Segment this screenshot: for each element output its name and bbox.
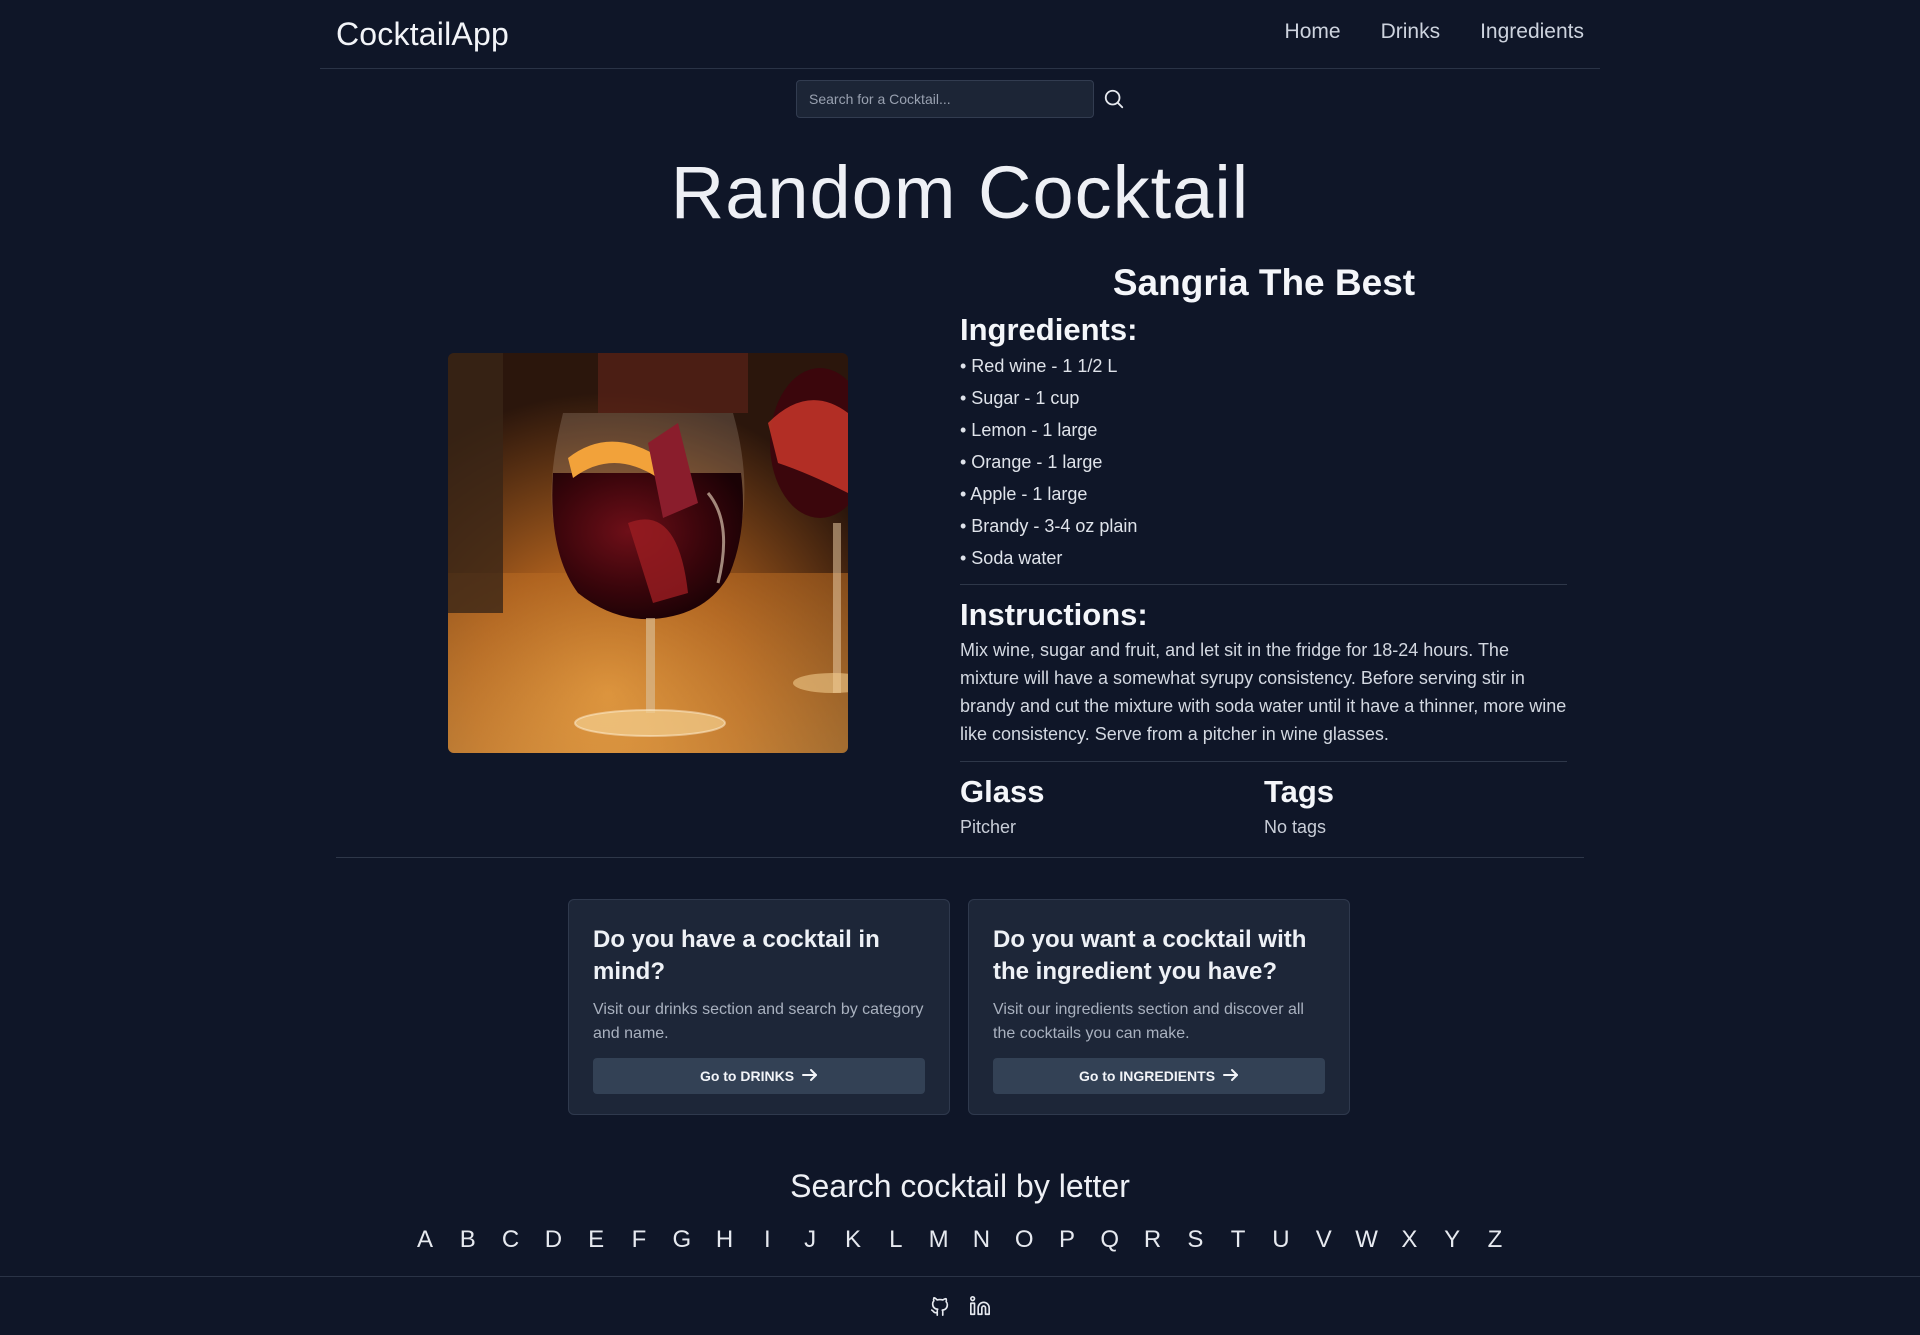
letter-link-m[interactable]: M — [924, 1226, 954, 1254]
github-icon[interactable] — [927, 1293, 953, 1319]
letter-link-u[interactable]: U — [1266, 1226, 1296, 1254]
button-label: Go to INGREDIENTS — [1078, 1068, 1216, 1084]
ingredient-item: • Orange - 1 large — [960, 452, 1103, 472]
page-title: Random Cocktail — [670, 151, 1250, 234]
ingredient-item: • Soda water — [960, 548, 1063, 568]
letter-link-r[interactable]: R — [1138, 1226, 1168, 1254]
divider — [960, 761, 1567, 762]
card-text: Visit our ingredients section and discov… — [993, 1001, 1304, 1042]
letter-link-n[interactable]: N — [966, 1226, 996, 1254]
letter-link-f[interactable]: F — [624, 1226, 654, 1254]
go-to-ingredients-button[interactable]: Go to INGREDIENTS — [993, 1058, 1325, 1094]
card-title: Do you want a cocktail with the ingredie… — [993, 926, 1307, 985]
letter-link-c[interactable]: C — [496, 1226, 526, 1254]
letter-link-a[interactable]: A — [410, 1226, 440, 1254]
letter-link-e[interactable]: E — [581, 1226, 611, 1254]
drink-name: Sangria The Best — [1112, 262, 1416, 303]
search-bar — [796, 80, 1128, 118]
nav-link-ingredients[interactable]: Ingredients — [1480, 20, 1584, 44]
linkedin-icon[interactable] — [967, 1293, 993, 1319]
letter-link-y[interactable]: Y — [1437, 1226, 1467, 1254]
ingredient-item: • Lemon - 1 large — [960, 420, 1098, 440]
instructions-heading: Instructions: — [960, 597, 1148, 632]
letter-link-s[interactable]: S — [1180, 1226, 1210, 1254]
ingredient-item: • Brandy - 3-4 oz plain — [960, 516, 1138, 536]
drinks-card: Do you have a cocktail in mind? Visit ou… — [568, 899, 950, 1115]
go-to-drinks-button[interactable]: Go to DRINKS — [593, 1058, 925, 1094]
card-text: Visit our drinks section and search by c… — [593, 1001, 924, 1042]
ingredients-card: Do you want a cocktail with the ingredie… — [968, 899, 1350, 1115]
letter-link-p[interactable]: P — [1052, 1226, 1082, 1254]
letter-link-i[interactable]: I — [752, 1226, 782, 1254]
letter-link-q[interactable]: Q — [1095, 1226, 1125, 1254]
divider — [960, 584, 1567, 585]
letter-index: ABCDEFGHIJKLMNOPQRSTUVWXYZ — [410, 1226, 1510, 1254]
ingredient-item: • Apple - 1 large — [960, 484, 1088, 504]
card-title: Do you have a cocktail in mind? — [593, 926, 880, 985]
letter-link-w[interactable]: W — [1352, 1226, 1382, 1254]
instructions-text: Mix wine, sugar and fruit, and let sit i… — [960, 640, 1567, 744]
letter-link-h[interactable]: H — [710, 1226, 740, 1254]
arrow-right-icon — [802, 1068, 818, 1085]
nav-link-drinks[interactable]: Drinks — [1381, 20, 1441, 44]
cocktail-image — [448, 353, 848, 753]
navbar: CocktailApp Home Drinks Ingredients — [320, 0, 1600, 69]
letter-link-o[interactable]: O — [1009, 1226, 1039, 1254]
letter-link-j[interactable]: J — [795, 1226, 825, 1254]
tags-value: No tags — [1264, 817, 1327, 837]
nav-links: Home Drinks Ingredients — [1285, 20, 1584, 44]
search-input[interactable] — [796, 80, 1094, 118]
letter-link-d[interactable]: D — [538, 1226, 568, 1254]
nav-link-home[interactable]: Home — [1285, 20, 1341, 44]
letter-link-g[interactable]: G — [667, 1226, 697, 1254]
ingredients-heading: Ingredients: — [960, 312, 1138, 347]
search-icon[interactable] — [1100, 85, 1128, 113]
footer — [0, 1276, 1920, 1335]
letter-link-z[interactable]: Z — [1480, 1226, 1510, 1254]
letter-link-b[interactable]: B — [453, 1226, 483, 1254]
brand-logo[interactable]: CocktailApp — [336, 16, 509, 53]
ingredients-list: • Red wine - 1 1/2 L • Sugar - 1 cup • L… — [960, 352, 1137, 576]
letters-title: Search cocktail by letter — [790, 1168, 1130, 1204]
tags-label: Tags — [1264, 774, 1335, 809]
arrow-right-icon — [1223, 1068, 1239, 1085]
glass-value: Pitcher — [960, 817, 1017, 837]
letter-link-x[interactable]: X — [1394, 1226, 1424, 1254]
ingredient-item: • Red wine - 1 1/2 L — [960, 356, 1118, 376]
button-label: Go to DRINKS — [699, 1068, 795, 1084]
section-divider — [336, 857, 1584, 858]
ingredient-item: • Sugar - 1 cup — [960, 388, 1080, 408]
letter-link-k[interactable]: K — [838, 1226, 868, 1254]
letter-link-t[interactable]: T — [1223, 1226, 1253, 1254]
letter-link-l[interactable]: L — [881, 1226, 911, 1254]
letter-link-v[interactable]: V — [1309, 1226, 1339, 1254]
glass-label: Glass — [960, 774, 1045, 809]
